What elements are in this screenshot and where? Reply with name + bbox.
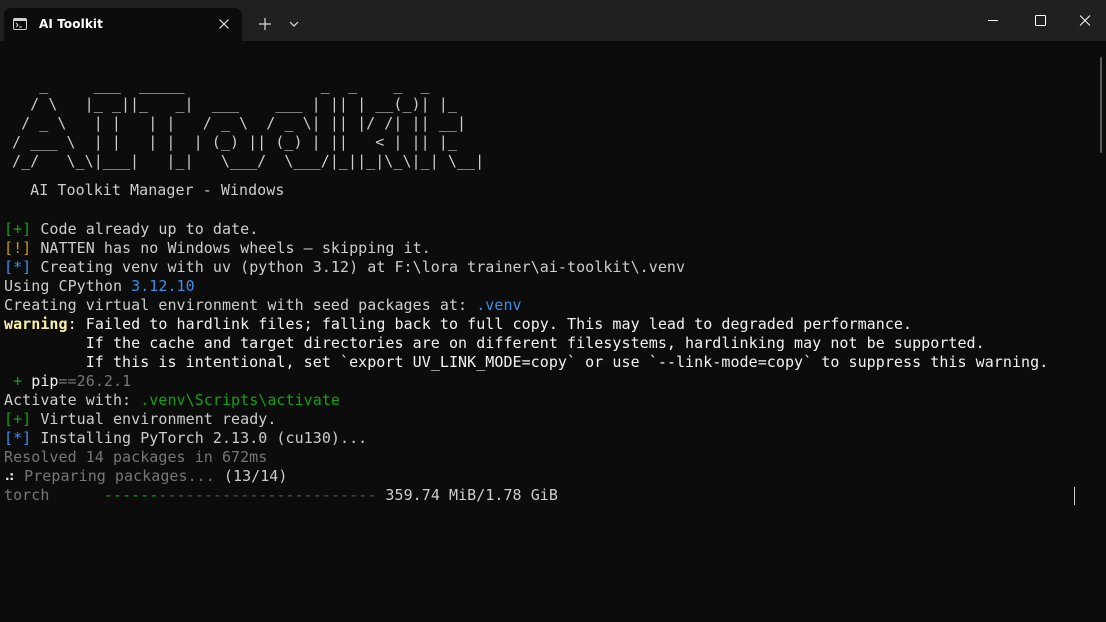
terminal-window: AI Toolkit _ ___ _____ _ _ _ _ / \ |_ _|… bbox=[0, 0, 1106, 622]
output-line: ⠴ Preparing packages... (13/14) bbox=[4, 467, 288, 485]
progress-bar-remaining: ------------------------ bbox=[158, 486, 377, 504]
ascii-banner: _ ___ _____ _ _ _ _ / \ |_ _||_ _| ___ _… bbox=[12, 76, 485, 170]
output-lines: [+] Code already up to date. [!] NATTEN … bbox=[4, 220, 1048, 505]
text-cursor bbox=[1074, 487, 1075, 505]
warning-line: If this is intentional, set `export UV_L… bbox=[4, 353, 1049, 371]
progress-bar-filled: ------ bbox=[103, 486, 159, 504]
maximize-button[interactable] bbox=[1016, 0, 1062, 41]
output-line: Activate with: .venv\Scripts\activate bbox=[4, 391, 340, 409]
tab-title: AI Toolkit bbox=[39, 17, 103, 31]
scrollbar[interactable] bbox=[1100, 57, 1102, 153]
output-line: [*] Creating venv with uv (python 3.12) … bbox=[4, 258, 686, 276]
warning-line: If the cache and target directories are … bbox=[4, 334, 985, 352]
spinner-icon: ⠴ bbox=[4, 467, 16, 485]
banner-subtitle: AI Toolkit Manager - Windows bbox=[12, 181, 285, 199]
terminal-icon bbox=[13, 18, 27, 30]
warning-line: warning: Failed to hardlink files; falli… bbox=[4, 315, 913, 333]
minimize-button[interactable] bbox=[970, 0, 1016, 41]
output-line: [+] Virtual environment ready. bbox=[4, 410, 277, 428]
output-line: Resolved 14 packages in 672ms bbox=[4, 448, 268, 466]
maximize-icon bbox=[1035, 15, 1046, 26]
close-window-button[interactable] bbox=[1062, 0, 1106, 41]
minimize-icon bbox=[988, 20, 998, 21]
title-bar: AI Toolkit bbox=[0, 0, 1106, 41]
output-line: Creating virtual environment with seed p… bbox=[4, 296, 522, 314]
output-line: [!] NATTEN has no Windows wheels — skipp… bbox=[4, 239, 431, 257]
output-line: Using CPython 3.12.10 bbox=[4, 277, 195, 295]
output-line: [+] Code already up to date. bbox=[4, 220, 259, 238]
output-line: [*] Installing PyTorch 2.13.0 (cu130)... bbox=[4, 429, 368, 447]
download-progress-line: torch ------------------------------ 359… bbox=[4, 486, 558, 504]
new-tab-plus-icon[interactable] bbox=[254, 13, 276, 35]
tab-ai-toolkit[interactable]: AI Toolkit bbox=[4, 8, 242, 41]
close-icon[interactable] bbox=[217, 17, 231, 31]
close-icon bbox=[1079, 15, 1091, 26]
terminal-output[interactable]: _ ___ _____ _ _ _ _ / \ |_ _||_ _| ___ _… bbox=[0, 41, 1106, 622]
output-line: + pip==26.2.1 bbox=[4, 372, 132, 390]
chevron-down-icon[interactable] bbox=[285, 14, 303, 34]
